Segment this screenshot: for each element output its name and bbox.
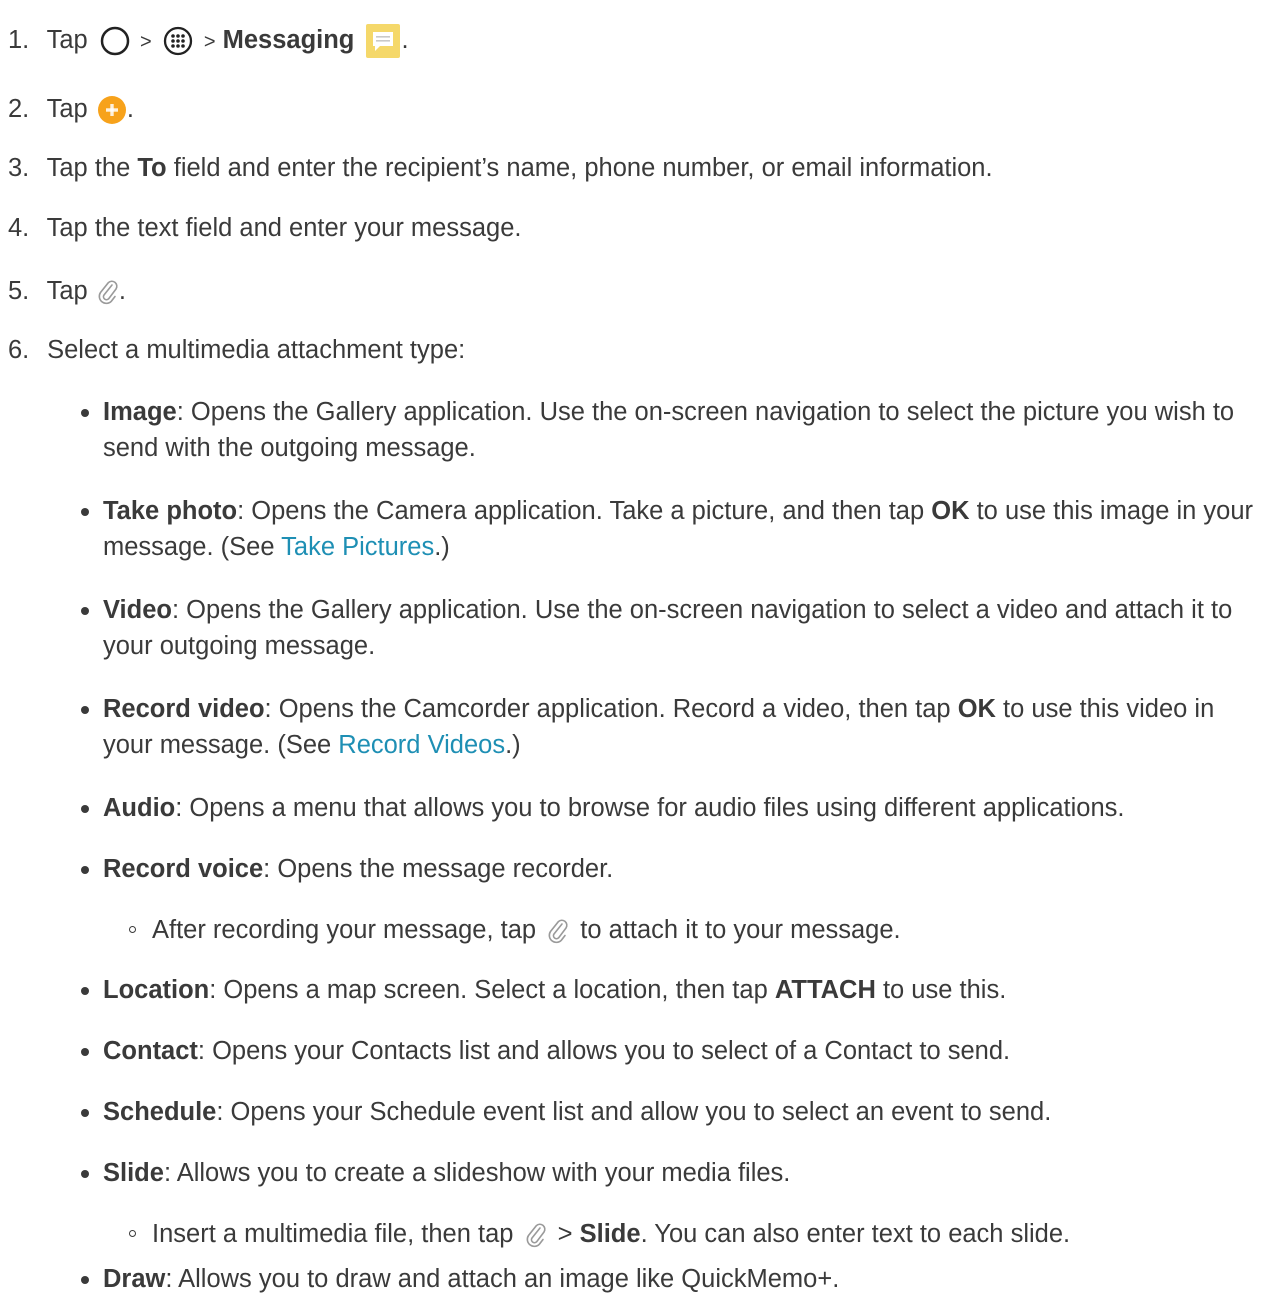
option-desc: : Opens the Camcorder application. Recor… [264, 695, 958, 723]
option-term: Slide [103, 1159, 164, 1187]
new-message-plus-icon [97, 95, 127, 125]
option-desc: : Opens a map screen. Select a location,… [209, 976, 775, 1004]
option-desc: to use this. [875, 976, 1007, 1004]
option-location: Location: Opens a map screen. Select a l… [81, 972, 1253, 1008]
separator: > [203, 31, 216, 53]
bullet-dot [81, 1109, 89, 1117]
sub-bullet-circle [129, 1230, 136, 1237]
subitem-text: After recording your message, tap [152, 916, 537, 944]
paperclip-icon [525, 1222, 547, 1248]
step-text: Tap [46, 277, 88, 305]
step-text: Select a multimedia attachment type: [47, 336, 466, 364]
bullet-dot [81, 1276, 89, 1284]
option-desc: : Opens the message recorder. [263, 855, 614, 883]
step-6: 6. Select a multimedia attachment type: [8, 332, 465, 368]
option-contact: Contact: Opens your Contacts list and al… [81, 1033, 1253, 1069]
option-term: Video [103, 596, 172, 624]
bullet-dot [81, 706, 89, 714]
option-term: Draw [103, 1265, 166, 1293]
option-desc: .) [505, 731, 521, 759]
messaging-label: Messaging [222, 26, 355, 54]
ok-label: OK [931, 497, 970, 525]
period: . [126, 95, 134, 123]
option-desc: : Opens a menu that allows you to browse… [175, 794, 1125, 822]
subitem-text: . You can also enter text to each slide. [640, 1220, 1071, 1248]
option-term: Take photo [103, 497, 238, 525]
slide-label: Slide [579, 1220, 641, 1248]
take-pictures-link[interactable]: Take Pictures [281, 533, 434, 561]
step-text: Tap the [46, 154, 131, 182]
bullet-dot [81, 409, 89, 417]
step-2: 2. Tap . [8, 91, 134, 127]
option-take-photo: Take photo: Opens the Camera application… [81, 493, 1253, 565]
messaging-app-icon [365, 23, 401, 59]
subitem-text: Insert a multimedia file, then tap [152, 1220, 514, 1248]
bullet-dot [81, 805, 89, 813]
step-number: 6. [8, 336, 30, 364]
option-term: Record voice [103, 855, 264, 883]
paperclip-icon [97, 279, 119, 305]
option-draw: Draw: Allows you to draw and attach an i… [81, 1261, 1253, 1297]
ok-label: OK [957, 695, 996, 723]
option-desc: : Allows you to draw and attach an image… [165, 1265, 840, 1293]
option-image: Image: Opens the Gallery application. Us… [81, 394, 1253, 466]
step-number: 5. [8, 277, 30, 305]
instructions-document: 1. Tap > > Messaging . 2. Tap . 3. Tap t… [0, 0, 1261, 1296]
separator: > [557, 1220, 573, 1248]
bullet-dot [81, 607, 89, 615]
step-number: 1. [8, 26, 30, 54]
option-term: Contact [103, 1037, 198, 1065]
slide-subitem: Insert a multimedia file, then tap > Sli… [129, 1216, 1071, 1252]
option-term: Audio [103, 794, 176, 822]
attach-label: ATTACH [774, 976, 876, 1004]
option-desc: : Opens your Schedule event list and all… [216, 1098, 1052, 1126]
home-circle-icon [99, 25, 131, 57]
to-field-label: To [137, 154, 167, 182]
option-desc: : Opens the Gallery application. Use the… [103, 596, 1233, 660]
period: . [401, 26, 409, 54]
option-desc: : Allows you to create a slideshow with … [163, 1159, 791, 1187]
bullet-dot [81, 508, 89, 516]
step-text: Tap [46, 95, 88, 123]
step-4: 4. Tap the text field and enter your mes… [8, 210, 522, 246]
sub-bullet-circle [129, 926, 136, 933]
bullet-dot [81, 1048, 89, 1056]
option-desc: : Opens your Contacts list and allows yo… [197, 1037, 1011, 1065]
step-3: 3. Tap the To field and enter the recipi… [8, 150, 993, 186]
option-video: Video: Opens the Gallery application. Us… [81, 592, 1253, 664]
option-desc: : Opens the Camera application. Take a p… [237, 497, 932, 525]
option-audio: Audio: Opens a menu that allows you to b… [81, 790, 1253, 826]
step-text: field and enter the recipient’s name, ph… [173, 154, 993, 182]
step-5: 5. Tap . [8, 273, 126, 309]
option-desc: : Opens the Gallery application. Use the… [103, 398, 1235, 462]
option-record-video: Record video: Opens the Camcorder applic… [81, 691, 1253, 763]
step-1: 1. Tap > > Messaging . [8, 22, 409, 60]
step-number: 4. [8, 214, 30, 242]
option-term: Schedule [103, 1098, 217, 1126]
subitem-text: to attach it to your message. [580, 916, 901, 944]
option-term: Image [103, 398, 177, 426]
bullet-dot [81, 866, 89, 874]
record-voice-subitem: After recording your message, tap to att… [129, 912, 901, 948]
record-videos-link[interactable]: Record Videos [338, 731, 505, 759]
option-schedule: Schedule: Opens your Schedule event list… [81, 1094, 1253, 1130]
step-text: Tap [46, 26, 88, 54]
step-number: 2. [8, 95, 30, 123]
option-desc: .) [434, 533, 450, 561]
bullet-dot [81, 1170, 89, 1178]
bullet-dot [81, 987, 89, 995]
option-term: Record video [103, 695, 265, 723]
paperclip-icon [547, 918, 569, 944]
separator: > [139, 31, 152, 53]
apps-grid-icon [162, 25, 194, 57]
period: . [118, 277, 126, 305]
step-number: 3. [8, 154, 30, 182]
step-text: Tap the text field and enter your messag… [46, 214, 522, 242]
option-slide: Slide: Allows you to create a slideshow … [81, 1155, 1253, 1191]
option-term: Location [103, 976, 210, 1004]
option-record-voice: Record voice: Opens the message recorder… [81, 851, 1253, 887]
